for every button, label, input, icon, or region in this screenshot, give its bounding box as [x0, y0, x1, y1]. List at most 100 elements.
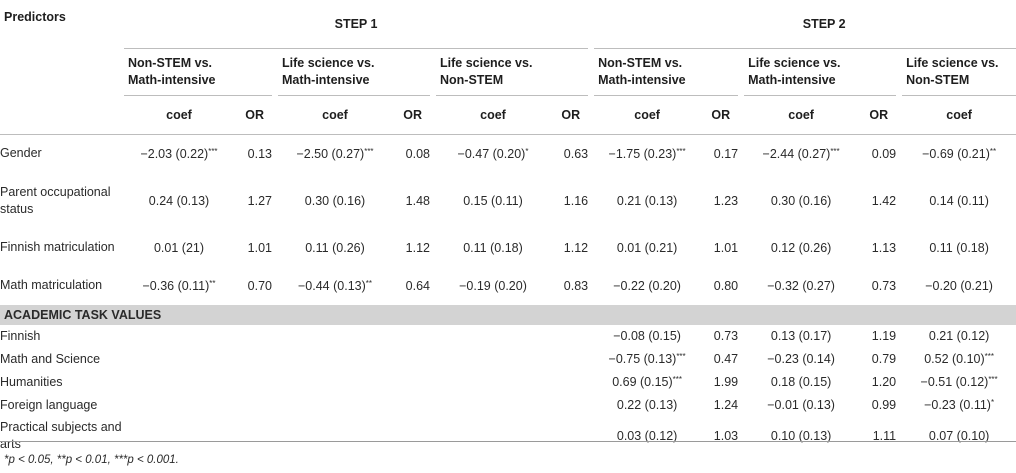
bottom-rule: [0, 441, 1016, 442]
coef-value: 0.15 (0.11): [463, 193, 523, 208]
significance-stars: ***: [676, 146, 686, 156]
coef-cell: 0.11 (0.26): [278, 229, 392, 267]
or-cell: [550, 394, 588, 417]
significance-stars: ***: [984, 352, 995, 361]
comparison-header-row: Non-STEM vs. Math-intensive Life science v…: [0, 48, 1016, 96]
comparison-line: Math-intensive: [128, 72, 216, 87]
coef-cell: 0.18 (0.15): [744, 371, 858, 394]
or-cell: 1.23: [713, 193, 739, 208]
row-label: Finnish matriculation: [0, 240, 115, 254]
or-cell: 0.08: [405, 146, 430, 161]
table-row: Finnish matriculation 0.01 (21) 1.01 0.11 (…: [0, 229, 1016, 267]
comparison-line: Non-STEM vs.: [128, 55, 213, 70]
coef-cell: −2.50 (0.27)***: [278, 134, 392, 173]
row-label: Foreign language: [0, 397, 98, 412]
row-label: Practical subjects and arts: [0, 419, 122, 451]
or-header: OR: [392, 95, 430, 135]
coef-value: −0.32 (0.27): [767, 278, 835, 293]
comparison-header-4: Non-STEM vs. Math-intensive: [594, 48, 739, 96]
row-label: Gender: [0, 146, 42, 160]
blank-cell: [0, 95, 124, 135]
significance-stars: ***: [988, 375, 998, 384]
comparison-label: Life science vs. Non-STEM: [440, 55, 588, 89]
or-cell: [392, 394, 430, 417]
coef-cell: −0.51 (0.12)***: [902, 371, 1016, 394]
coef-cell: 0.13 (0.17): [744, 325, 858, 348]
or-cell: [550, 348, 588, 371]
table-row: Parent occupational status 0.24 (0.13) 1.2…: [0, 173, 1016, 229]
coef-value: 0.18 (0.15): [770, 375, 832, 389]
coef-cell: −0.47 (0.20)*: [436, 134, 550, 173]
comparison-line: Life science vs.: [748, 55, 841, 70]
row-label: Finnish: [0, 328, 41, 343]
or-cell: [392, 417, 430, 455]
coef-value: −0.47 (0.20): [457, 146, 526, 161]
comparison-line: Math-intensive: [748, 72, 836, 87]
comparison-label: Life science vs. Non-STEM: [906, 55, 1016, 89]
coef-value: −0.51 (0.12): [920, 375, 989, 389]
or-cell: 0.83: [563, 278, 589, 293]
row-label: Math and Science: [0, 351, 101, 366]
or-cell: 1.48: [405, 193, 430, 208]
table-row: Finnish −0.08 (0.15) 0.73 0.13 (0.17) 1.19 0.…: [0, 325, 1016, 348]
coef-value: 0.11 (0.18): [463, 240, 523, 255]
comparison-header-6: Life science vs. Non-STEM: [902, 48, 1016, 96]
coef-cell: −0.19 (0.20): [436, 267, 550, 305]
coef-cell: 0.03 (0.12): [594, 417, 700, 455]
or-cell: [234, 325, 272, 348]
comparison-header-2: Life science vs. Math-intensive: [278, 48, 430, 96]
coef-header: coef: [124, 95, 234, 135]
row-label: Humanities: [0, 374, 63, 389]
or-cell: [392, 325, 430, 348]
significance-stars: ***: [676, 352, 686, 361]
coef-value: −0.19 (0.20): [459, 278, 527, 293]
coef-value: −2.44 (0.27): [762, 146, 831, 161]
coef-value: 0.11 (0.26): [305, 240, 365, 255]
coef-value: 0.01 (0.21): [616, 240, 678, 255]
coef-cell: 0.21 (0.13): [594, 173, 700, 229]
coef-value: −0.23 (0.11): [924, 398, 991, 412]
or-cell: 0.47: [713, 352, 739, 366]
or-header: OR: [858, 95, 897, 135]
step1-header: STEP 1: [124, 0, 589, 49]
coef-value: −0.20 (0.21): [925, 278, 993, 293]
coef-cell: −0.23 (0.11)*: [902, 394, 1016, 417]
comparison-label: Life science vs. Math-intensive: [748, 55, 896, 89]
comparison-line: Life science vs.: [440, 55, 533, 70]
or-cell: [550, 325, 588, 348]
or-cell: 0.99: [871, 398, 897, 412]
coef-cell: 0.24 (0.13): [124, 173, 234, 229]
or-header: OR: [700, 95, 739, 135]
coef-header: coef: [744, 95, 859, 135]
coef-cell: [124, 394, 234, 417]
predictors-header: Predictors: [4, 10, 66, 24]
or-cell: 0.13: [247, 146, 272, 161]
coef-value: 0.24 (0.13): [148, 193, 210, 208]
blank-cell: [0, 48, 124, 95]
coef-cell: [436, 325, 550, 348]
table-row: Math matriculation −0.36 (0.11)** 0.70 −0.4…: [0, 267, 1016, 305]
coef-cell: [436, 417, 550, 455]
coef-cell: [124, 417, 234, 455]
coef-cell: [436, 394, 550, 417]
coef-cell: 0.30 (0.16): [744, 173, 858, 229]
coef-cell: −0.01 (0.13): [744, 394, 858, 417]
table-row: Gender −2.03 (0.22)*** 0.13 −2.50 (0.27)***…: [0, 134, 1016, 173]
coef-cell: [278, 325, 392, 348]
comparison-label: Non-STEM vs. Math-intensive: [598, 55, 738, 89]
coef-cell: 0.10 (0.13): [744, 417, 858, 455]
comparison-label: Non-STEM vs. Math-intensive: [128, 55, 272, 89]
significance-stars: **: [209, 278, 216, 288]
coef-value: 0.12 (0.26): [770, 240, 832, 255]
coef-value: 0.21 (0.12): [928, 329, 990, 343]
or-cell: [234, 348, 272, 371]
or-cell: [392, 348, 430, 371]
coef-value: −0.23 (0.14): [767, 352, 835, 366]
coef-cell: −0.32 (0.27): [744, 267, 858, 305]
coef-cell: 0.01 (0.21): [594, 229, 700, 267]
coef-value: 0.01 (21): [153, 240, 205, 255]
coef-cell: 0.11 (0.18): [902, 229, 1016, 267]
footnote-text: *p < 0.05, **p < 0.01, ***p < 0.001.: [4, 454, 179, 466]
comparison-header-5: Life science vs. Math-intensive: [744, 48, 897, 96]
or-cell: 1.16: [563, 193, 589, 208]
